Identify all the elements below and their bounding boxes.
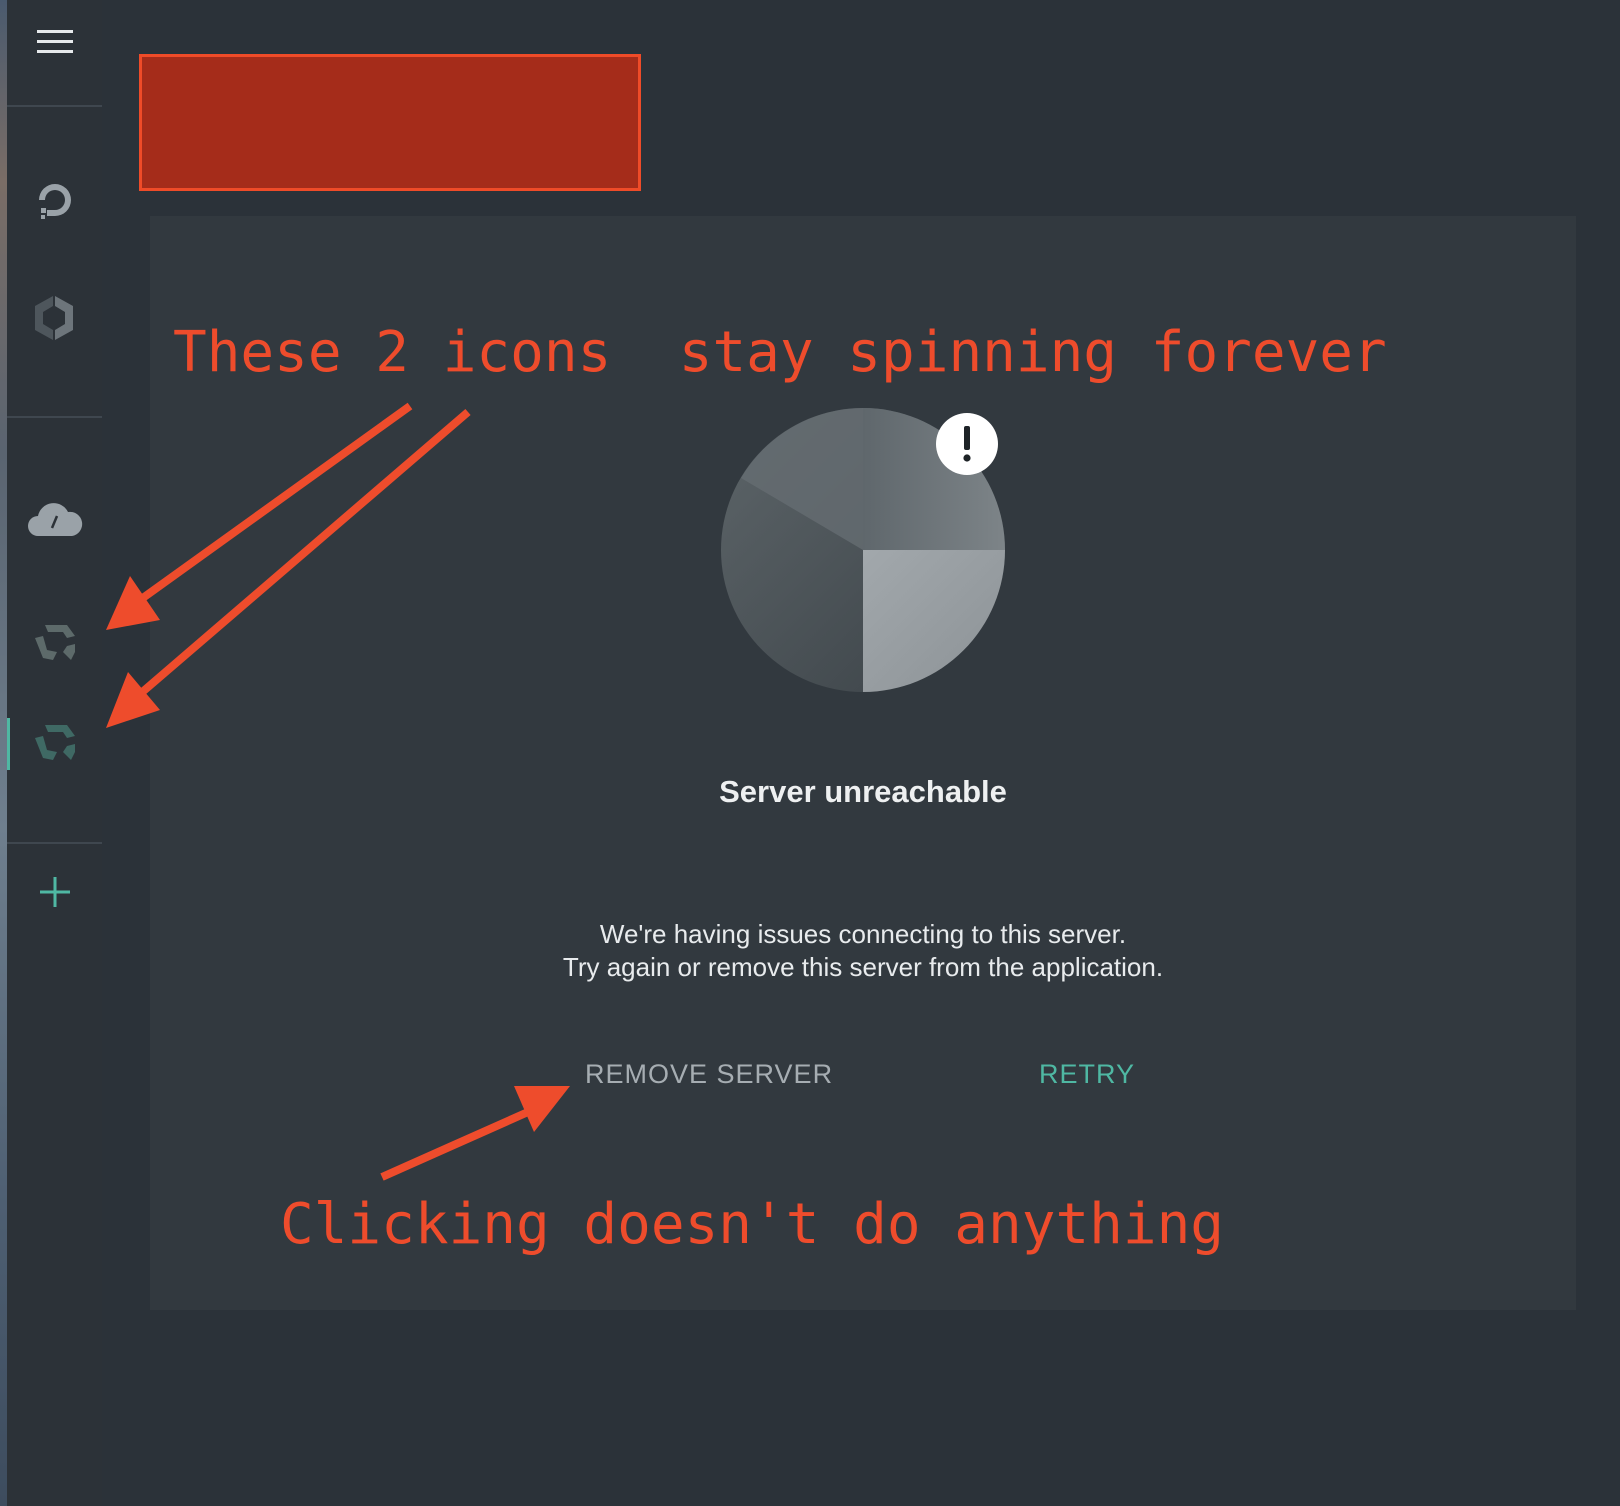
plus-icon <box>39 877 70 907</box>
add-server-button[interactable] <box>7 852 102 932</box>
desktop-background-strip <box>0 0 7 1506</box>
retry-button[interactable]: RETRY <box>1039 1054 1135 1094</box>
server-status-graphic <box>721 408 1005 692</box>
sidebar-divider <box>7 842 102 844</box>
sidebar-item-cloud[interactable] <box>7 478 102 558</box>
sidebar-divider <box>7 416 102 418</box>
sidebar-item-hexagon[interactable] <box>7 278 102 358</box>
sidebar-item-server-2[interactable] <box>7 702 102 782</box>
sidebar-item-digitalocean[interactable] <box>7 160 102 240</box>
menu-button[interactable] <box>7 2 102 82</box>
remove-server-button[interactable]: REMOVE SERVER <box>585 1054 833 1094</box>
cloud-icon <box>27 503 82 536</box>
spinning-server-active-icon <box>34 725 75 760</box>
hexagon-logo-icon <box>34 296 73 340</box>
redacted-server-name <box>139 54 641 191</box>
annotation-top-note: These 2 icons stay spinning forever <box>173 320 1387 385</box>
description-line-1: We're having issues connecting to this s… <box>599 919 1127 949</box>
annotation-bottom-note: Clicking doesn't do anything <box>280 1192 1225 1257</box>
status-title: Server unreachable <box>719 774 1007 809</box>
sidebar-item-server-1[interactable] <box>7 602 102 682</box>
sidebar-divider <box>7 105 102 107</box>
sidebar <box>7 0 102 1506</box>
digitalocean-icon <box>38 184 71 219</box>
spinning-server-icon <box>34 625 75 660</box>
hamburger-menu-icon <box>36 30 73 53</box>
status-description: We're having issues connecting to this s… <box>450 918 1276 984</box>
description-line-2: Try again or remove this server from the… <box>562 952 1164 982</box>
exclamation-badge-icon <box>936 413 998 475</box>
